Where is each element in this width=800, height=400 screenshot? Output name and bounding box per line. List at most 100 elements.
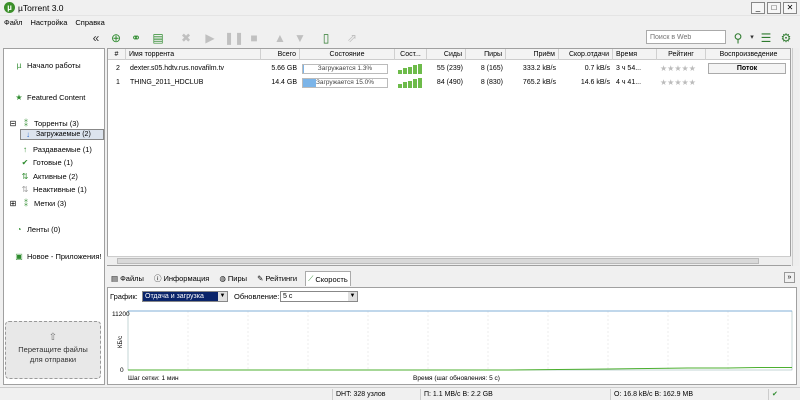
time-axis-label: Время (шаг обновления: 5 с) bbox=[413, 374, 500, 382]
start-icon[interactable]: ▶ bbox=[202, 30, 218, 46]
add-torrent-icon[interactable]: ⊕ bbox=[108, 30, 124, 46]
close-button[interactable]: ✕ bbox=[783, 2, 797, 14]
tab-files[interactable]: ▤ Файлы bbox=[109, 271, 146, 286]
column-header-down[interactable]: Приём bbox=[506, 49, 559, 60]
sidebar-item-featured[interactable]: ★ Featured Content bbox=[14, 90, 114, 104]
sidebar-item-torrents[interactable]: ⊟ ⁑ Торренты (3) bbox=[8, 116, 108, 130]
collapse-icon[interactable]: ⊟ bbox=[8, 119, 18, 128]
collapse-panel-icon[interactable]: » bbox=[784, 272, 795, 283]
column-header-name[interactable]: Имя торрента bbox=[126, 49, 261, 60]
list-view-icon[interactable]: ☰ bbox=[758, 30, 774, 46]
sidebar-item-labels[interactable]: ⊞ ⁑ Метки (3) bbox=[8, 196, 108, 210]
column-header-up[interactable]: Скор.отдачи bbox=[559, 49, 613, 60]
graph-label: График: bbox=[110, 292, 138, 301]
column-header-seeds[interactable]: Сиды bbox=[427, 49, 466, 60]
share-icon[interactable]: ⇗ bbox=[344, 30, 360, 46]
tab-peers[interactable]: ◍ Пиры bbox=[217, 271, 249, 286]
tab-label: Рейтинги bbox=[265, 274, 298, 283]
search-input[interactable] bbox=[646, 30, 726, 44]
column-header-rating[interactable]: Рейтинг bbox=[657, 49, 706, 60]
graph-select-value: Отдача и загрузка bbox=[145, 293, 204, 300]
maximize-button[interactable]: □ bbox=[767, 2, 781, 14]
health-bars-icon bbox=[398, 78, 422, 88]
column-header-size[interactable]: Всего bbox=[261, 49, 300, 60]
upload-arrow-icon: ↑ bbox=[23, 144, 27, 154]
stream-button[interactable]: Поток bbox=[708, 63, 786, 74]
rating-stars-icon[interactable]: ★★★★★ bbox=[660, 62, 696, 76]
speed-graph: 11200 0 КБ/с Шаг сетки: 1 мин Время (шаг… bbox=[112, 310, 793, 382]
sidebar-item-completed[interactable]: ✔ Готовые (1) bbox=[20, 155, 120, 169]
dht-status: DHT: 328 узлов bbox=[332, 389, 420, 400]
sidebar-item-label: Раздаваемые (1) bbox=[33, 144, 92, 154]
update-label: Обновление: bbox=[234, 292, 280, 301]
detail-tabs: ▤ Файлы ⓘ Информация ◍ Пиры ✎ Рейтинги ⟋ Скор… bbox=[107, 270, 797, 287]
progress-text: Загружается 15.0% bbox=[315, 79, 375, 86]
gear-icon[interactable]: ⚙ bbox=[778, 30, 794, 46]
sidebar-item-seeding[interactable]: ↑ Раздаваемые (1) bbox=[20, 142, 120, 156]
minimize-button[interactable]: _ bbox=[751, 2, 765, 14]
sidebar-item-feeds[interactable]: ◔ Ленты (0) bbox=[14, 222, 114, 236]
tab-info[interactable]: ⓘ Информация bbox=[152, 271, 211, 286]
remove-icon[interactable]: ✖ bbox=[178, 30, 194, 46]
column-header-health[interactable]: Сост... bbox=[395, 49, 427, 60]
apps-icon: ▣ bbox=[15, 251, 23, 261]
tab-label: Файлы bbox=[120, 274, 144, 283]
vertical-scrollbar[interactable] bbox=[792, 48, 799, 266]
move-down-icon[interactable]: ▼ bbox=[292, 30, 308, 46]
horizontal-scrollbar[interactable] bbox=[107, 256, 791, 265]
grid-step-label: Шаг сетки: 1 мин bbox=[128, 375, 179, 382]
pause-icon[interactable]: ❚❚ bbox=[224, 30, 244, 46]
check-icon: ✔ bbox=[21, 157, 29, 167]
progress-fill bbox=[303, 65, 305, 73]
star-icon: ★ bbox=[15, 92, 23, 102]
menu-help[interactable]: Справка bbox=[75, 18, 104, 27]
sidebar-item-label: Ленты (0) bbox=[27, 224, 61, 234]
upload-arrow-icon: ⇧ bbox=[48, 332, 58, 343]
cell-num: 2 bbox=[116, 65, 120, 72]
column-header-play[interactable]: Воспроизведение bbox=[706, 49, 790, 60]
stop-icon[interactable]: ■ bbox=[246, 30, 262, 46]
column-header-num[interactable]: # bbox=[108, 49, 126, 60]
table-row[interactable]: 2 dexter.s05.hdtv.rus.novafilm.tv 5.66 G… bbox=[108, 62, 790, 76]
sidebar-item-downloading[interactable]: ↓ Загружаемые (2) bbox=[20, 129, 104, 140]
health-bars-icon bbox=[398, 64, 422, 74]
tab-label: Информация bbox=[163, 274, 210, 283]
expand-icon[interactable]: ⊞ bbox=[8, 199, 18, 208]
sidebar-item-label: Неактивные (1) bbox=[33, 184, 87, 194]
speed-panel: График: Отдача и загрузка ▼ Обновление: 5… bbox=[107, 287, 797, 385]
table-row[interactable]: 1 THING_2011_HDCLUB 14.4 GB Загружается … bbox=[108, 76, 790, 90]
tab-speed[interactable]: ⟋ Скорость bbox=[305, 271, 351, 286]
move-up-icon[interactable]: ▲ bbox=[272, 30, 288, 46]
column-header-peers[interactable]: Пиры bbox=[466, 49, 506, 60]
cell-num: 1 bbox=[116, 79, 120, 86]
progress-fill bbox=[303, 79, 316, 87]
update-select[interactable]: 5 с ▼ bbox=[280, 291, 358, 302]
menu-settings[interactable]: Настройка bbox=[30, 18, 67, 27]
sidebar-item-inactive[interactable]: ⇅ Неактивные (1) bbox=[20, 182, 120, 196]
tab-ratings[interactable]: ✎ Рейтинги bbox=[255, 271, 299, 286]
drop-zone[interactable]: ⇧ Перетащите файлы для отправки bbox=[5, 321, 101, 379]
column-header-status[interactable]: Состояние bbox=[300, 49, 395, 60]
cell-down: 765.2 kB/s bbox=[522, 79, 556, 86]
cell-size: 14.4 GB bbox=[271, 79, 297, 86]
remote-device-icon[interactable]: ▯ bbox=[318, 30, 334, 46]
graph-select[interactable]: Отдача и загрузка ▼ bbox=[142, 291, 228, 302]
progress-text: Загружается 1.3% bbox=[317, 65, 373, 72]
add-url-icon[interactable]: ⚭ bbox=[128, 30, 144, 46]
create-torrent-icon[interactable]: ▤ bbox=[150, 30, 166, 46]
sidebar-item-apps[interactable]: ▣ Новое - Приложения! bbox=[14, 249, 114, 263]
collapse-sidebar-icon[interactable]: « bbox=[88, 30, 104, 46]
rating-stars-icon[interactable]: ★★★★★ bbox=[660, 76, 696, 90]
menu-file[interactable]: Файл bbox=[4, 18, 22, 27]
sidebar-item-active[interactable]: ⇅ Активные (2) bbox=[20, 169, 120, 183]
cell-peers: 8 (830) bbox=[480, 79, 503, 86]
sidebar-item-label: Метки (3) bbox=[34, 198, 67, 208]
column-header-eta[interactable]: Время bbox=[613, 49, 657, 60]
sidebar-item-label: Загружаемые (2) bbox=[36, 131, 91, 138]
network-ok-icon[interactable]: ✔ bbox=[768, 389, 798, 400]
progress-bar: Загружается 15.0% bbox=[302, 78, 388, 88]
sidebar-item-start[interactable]: µ Начало работы bbox=[14, 58, 114, 72]
download-status: П: 1.1 MB/с В: 2.2 GB bbox=[420, 389, 610, 400]
scrollbar-thumb[interactable] bbox=[117, 258, 759, 264]
cell-eta: 4 ч 41... bbox=[616, 79, 642, 86]
